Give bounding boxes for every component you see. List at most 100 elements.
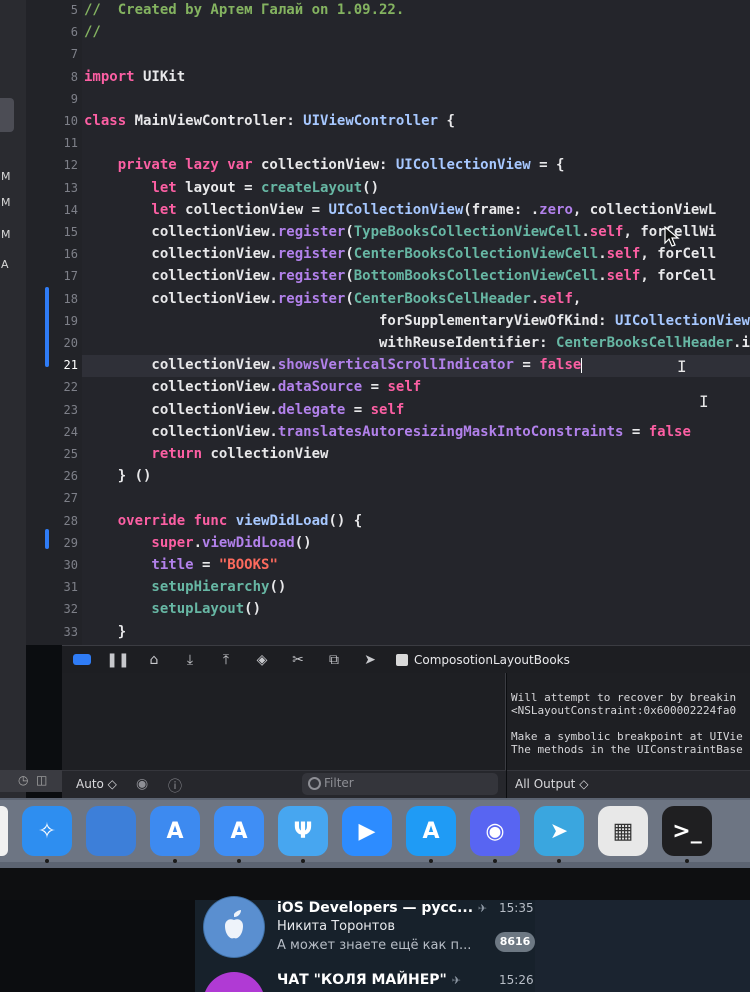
calculator-icon[interactable]: ▦ [598,806,648,856]
filter-input[interactable]: Filter [302,773,498,795]
change-marker [45,287,49,367]
text-caret [581,357,583,373]
code-line: } [84,624,126,640]
xcode-icon[interactable]: A [214,806,264,863]
variables-footer: Auto ◇ ◉ ⓘ Filter [62,770,506,798]
auto-select[interactable]: Auto ◇ [76,777,117,791]
code-token: TypeBooksCollectionViewCell [353,224,582,240]
line-number: 14 [63,202,78,217]
console-pane[interactable]: Will attempt to recover by breakin <NSLa… [507,673,750,798]
debug-target[interactable]: ComposotionLayoutBooks [396,653,570,667]
instruments-icon[interactable]: A [150,806,200,863]
line-number: 17 [63,269,78,284]
code-token: = [362,379,388,396]
console-footer: All Output ◇ [507,770,750,798]
code-token: override func [84,512,228,529]
console-line: Make a symbolic breakpoint at UIVie [511,730,743,743]
line-number: 13 [63,180,78,195]
chat-row[interactable]: ЧАТ "КОЛЯ МАЙНЕР" ✈ 15:26 [195,968,535,992]
mouse-pointer-icon [664,226,680,247]
code-editor[interactable]: 5 6 7 8 9 10 11 12 13 14 15 16 17 18 19 20 21 22 23 24 25 26 2… [26,0,750,645]
code-token: ( [345,224,354,240]
console-toggle-icon [73,654,91,665]
line-number: 33 [63,624,78,639]
phone-right-area [535,900,750,992]
code-token: register [277,246,346,263]
dock-apps: ✧ A A Ψ ▶ A ◉ ➤ ▦ >_ [8,806,712,863]
step-into-icon[interactable]: ⤓ [178,650,202,670]
console-toggle-button[interactable] [70,650,94,670]
view-hierarchy-icon[interactable]: ◈ [250,650,274,670]
split-view-icon[interactable]: ◫ [36,773,47,787]
location-icon[interactable]: ➤ [358,650,382,670]
clock-icon[interactable]: ◷ [18,773,28,787]
code-line: forSupplementaryViewOfKind: UICollection… [84,313,750,329]
line-number: 19 [63,313,78,328]
navigator-footer: ◷ ◫ [0,770,64,792]
sonar-app-icon[interactable] [86,806,136,856]
info-icon[interactable]: ⓘ [168,776,182,796]
code-token: register [277,290,346,307]
code-token: self [539,290,573,307]
code-token: () { [328,512,363,529]
code-token: self [606,246,641,263]
discord-icon[interactable]: ◉ [470,806,520,863]
change-marker [45,529,49,549]
code-token: viewDidLoad [227,512,329,529]
code-token: () [269,579,287,596]
code-token: withReuseIdentifier: [84,335,557,351]
safari-icon[interactable]: ✧ [22,806,72,863]
running-indicator [493,859,497,863]
code-token: UIKit [134,68,186,85]
code-token: false [648,423,691,440]
line-number: 8 [70,69,78,84]
line-number: 27 [63,491,78,506]
code-token: register [277,224,346,240]
code-token: CenterBooksCellHeader [353,290,531,307]
dock-glyph: ▦ [612,818,634,844]
chat-name: ЧАТ "КОЛЯ МАЙНЕР" ✈ [277,972,461,988]
code-token: UIViewController [303,113,439,129]
code-token: delegate [277,401,346,418]
code-token: UICollectionView [328,201,464,218]
telegram-icon[interactable]: ➤ [534,806,584,863]
line-number: 16 [63,247,78,262]
filter-icon [308,777,321,790]
output-select[interactable]: All Output ◇ [515,777,588,791]
dock-glyph: A [166,818,184,844]
code-token: collectionView: [252,157,396,174]
zoom-icon[interactable]: ▶ [342,806,392,856]
code-token: self [606,268,641,285]
running-indicator [45,859,49,863]
dock-glyph: ✧ [37,818,57,844]
phone-screen: iOS Developers — русс... ✈ 15:35 Никита … [0,896,750,992]
code-token: collectionView. [84,401,278,418]
step-over-icon[interactable]: ⌂ [142,650,166,670]
code-token: (frame: . [463,201,540,218]
environment-icon[interactable]: ⧉ [322,650,346,670]
code-token: : [286,113,304,129]
code-token: return [84,446,203,462]
line-number: 22 [63,380,78,395]
fork-icon[interactable]: Ψ [278,806,328,863]
chat-row[interactable]: iOS Developers — русс... ✈ 15:35 Никита … [195,896,535,960]
console-line: <NSLayoutConstraint:0x600002224fa0 [511,704,737,717]
pause-icon[interactable]: ❚❚ [106,650,130,670]
chat-name: iOS Developers — русс... ✈ [277,900,488,916]
line-number: 5 [70,3,78,17]
chat-sender: Никита Торонтов [277,919,395,934]
line-number: 9 [70,91,78,106]
line-number: 23 [63,402,78,417]
code-token: BottomBooksCollectionViewCell [353,268,599,285]
notes-icon[interactable] [0,806,8,856]
app-store-icon[interactable]: A [406,806,456,863]
dock: ✧ A A Ψ ▶ A ◉ ➤ ▦ >_ [0,800,750,863]
eye-icon[interactable]: ◉ [136,776,148,792]
step-out-icon[interactable]: ⤒ [214,650,238,670]
sidebar-tab[interactable] [0,98,14,132]
line-number: 32 [63,602,78,617]
code-line: override func viewDidLoad() { [84,513,362,529]
terminal-icon[interactable]: >_ [662,806,712,863]
memory-graph-icon[interactable]: ✂ [286,650,310,670]
console-line: Will attempt to recover by breakin [511,691,737,704]
